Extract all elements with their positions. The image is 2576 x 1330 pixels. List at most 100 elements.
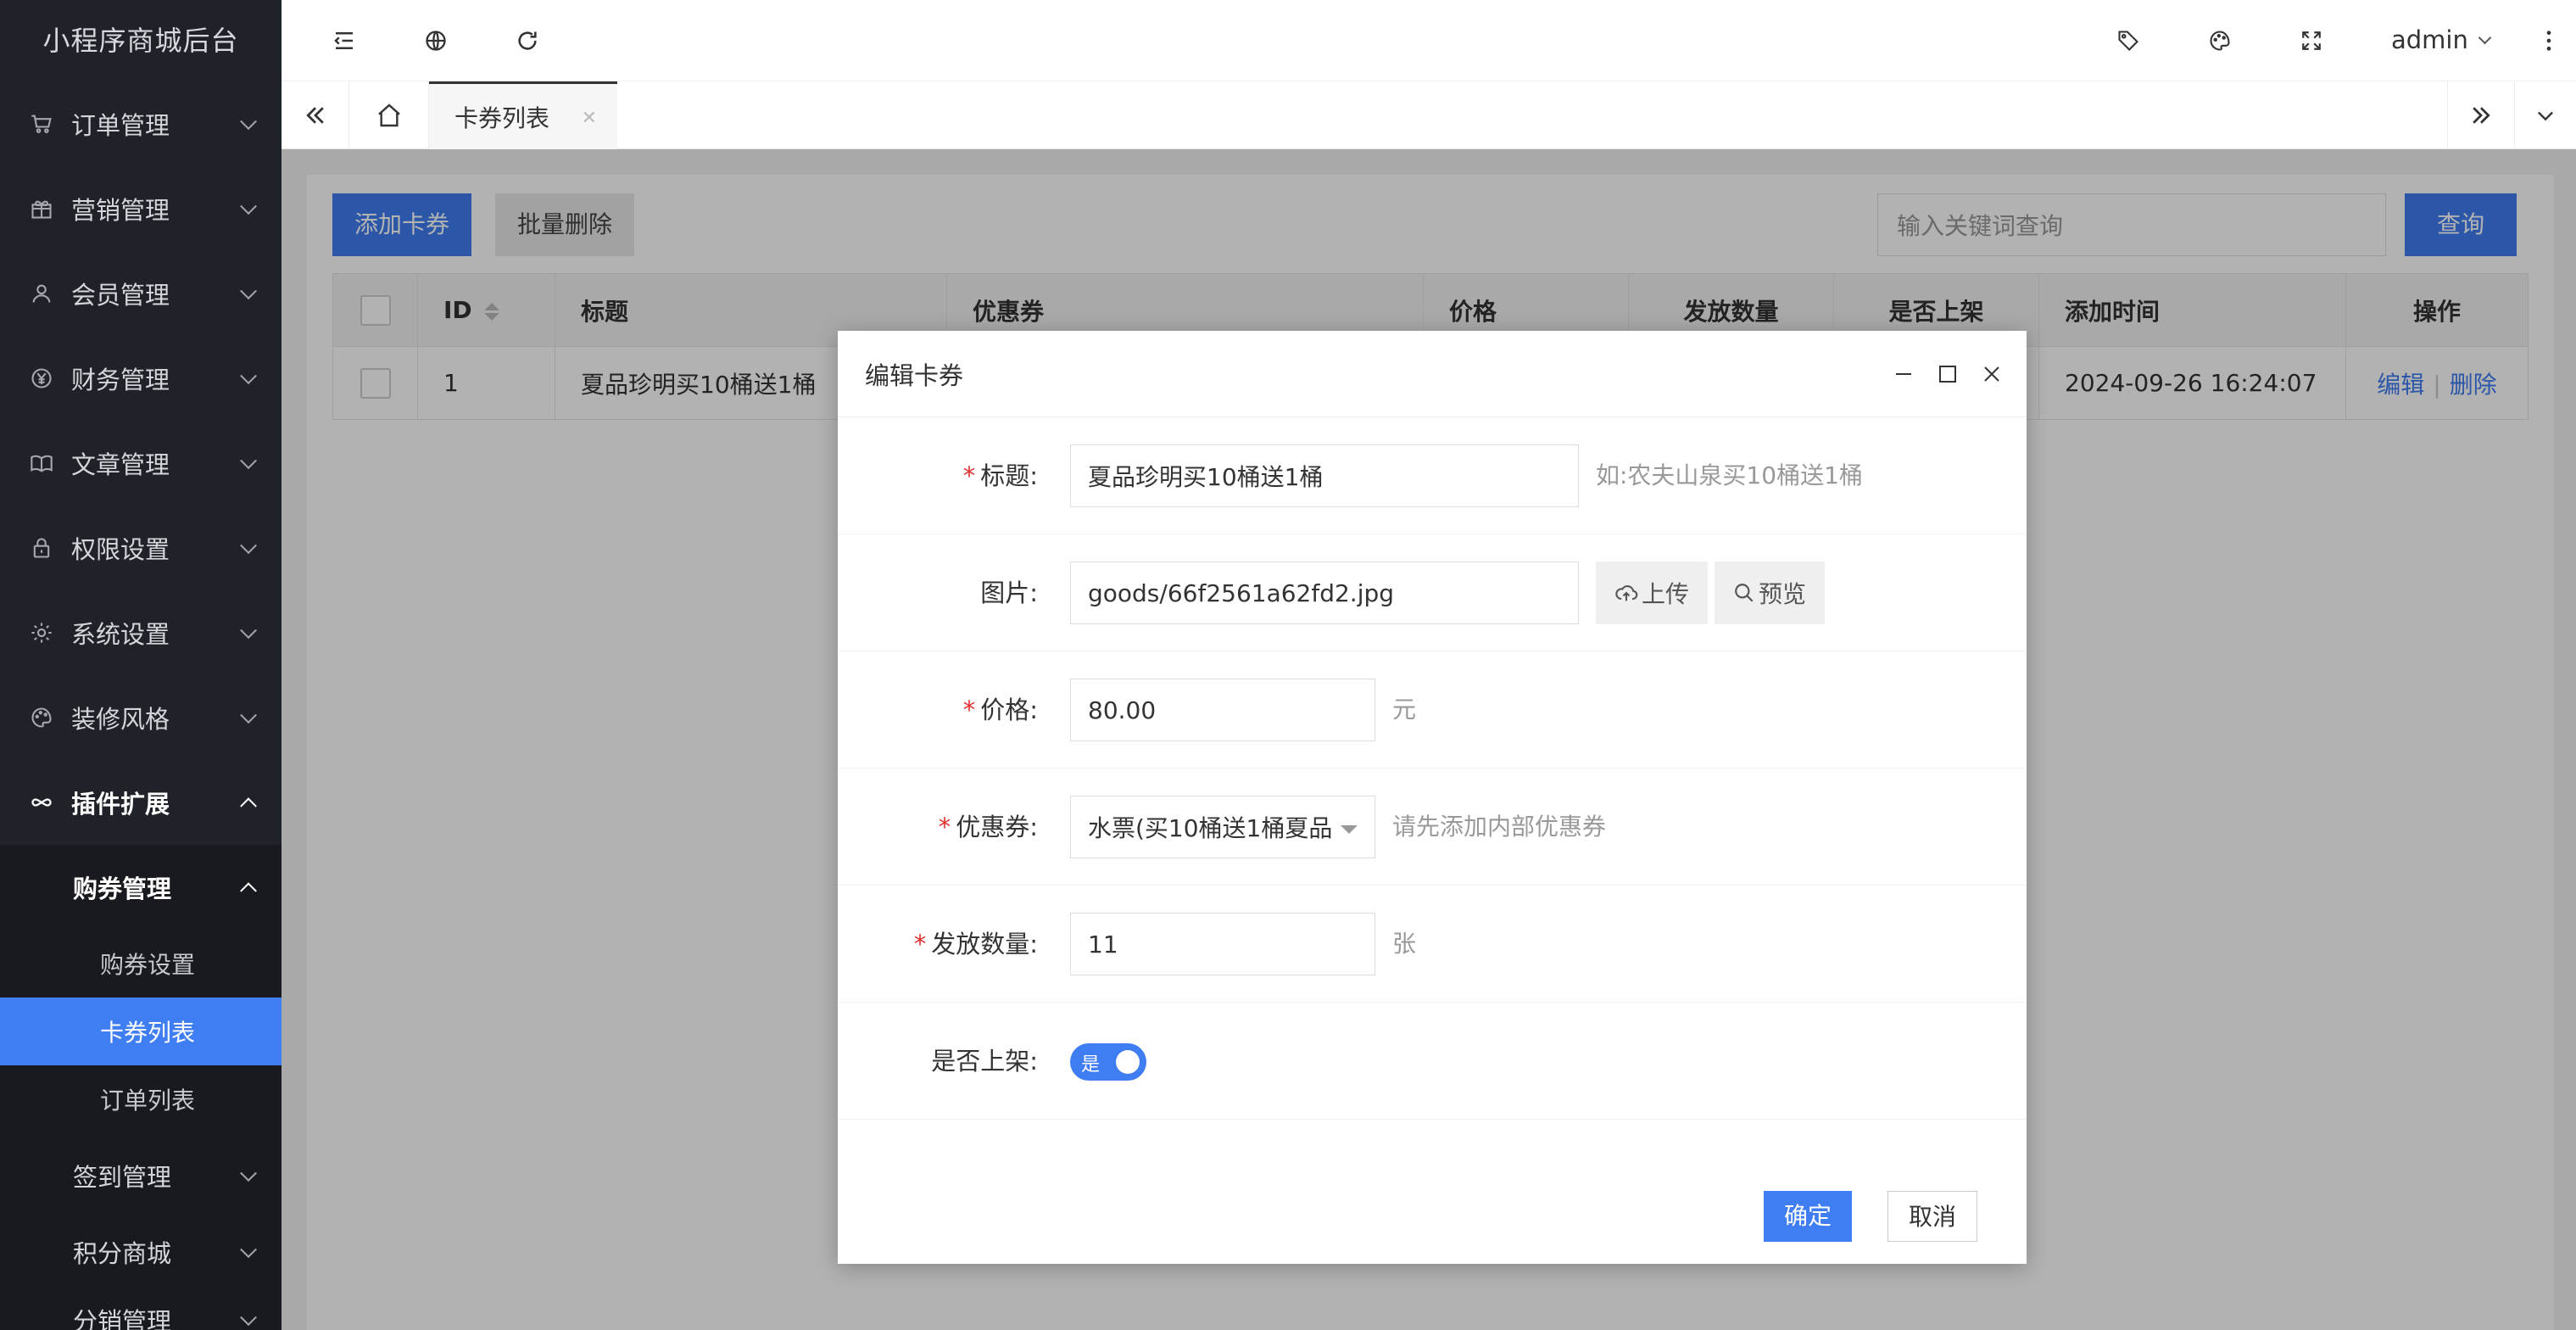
palette-icon[interactable]: [2203, 24, 2237, 58]
username: admin: [2391, 25, 2468, 54]
toggle-knob: [1116, 1050, 1140, 1074]
chevron-down-icon: [240, 452, 257, 470]
upload-button[interactable]: 上传: [1596, 562, 1709, 624]
sidebar-item-label: 装修风格: [71, 705, 170, 734]
on-shelf-toggle[interactable]: 是: [1070, 1043, 1146, 1081]
close-icon[interactable]: ✕: [582, 108, 597, 129]
form-row-image: 图片: goods/66f2561a62fd2.jpg 上传 预览: [838, 534, 2027, 651]
sidebar-item-coupon-settings[interactable]: 购券设置: [0, 930, 282, 998]
confirm-button[interactable]: 确定: [1764, 1191, 1853, 1242]
sidebar-item-coupon-management[interactable]: 购券管理: [0, 845, 282, 930]
book-icon: [29, 450, 54, 476]
cancel-button[interactable]: 取消: [1887, 1191, 1978, 1242]
input-value: goods/66f2561a62fd2.jpg: [1088, 578, 1395, 607]
tabs-dropdown-icon[interactable]: [2515, 81, 2576, 149]
more-vertical-icon[interactable]: [2532, 24, 2566, 58]
form-row-price: * 价格: 80.00 元: [838, 651, 2027, 768]
chevron-down-icon: [240, 1309, 257, 1327]
coupon-label: * 优惠券:: [838, 768, 1038, 886]
gift-icon: [29, 196, 54, 221]
coupon-select[interactable]: 水票(买10桶送1桶夏品: [1070, 796, 1375, 858]
chevron-down-icon: [240, 1165, 257, 1182]
sidebar-item-label: 积分商城: [73, 1239, 172, 1268]
quantity-label: * 发放数量:: [838, 886, 1038, 1003]
sidebar-item-finance[interactable]: 财务管理: [0, 336, 282, 421]
sidebar-item-label: 插件扩展: [71, 790, 170, 819]
app-title: 小程序商城后台: [42, 25, 239, 57]
preview-button[interactable]: 预览: [1715, 562, 1826, 624]
required-mark: *: [962, 461, 976, 490]
sidebar-item-points-mall[interactable]: 积分商城: [0, 1218, 282, 1286]
infinity-icon: [29, 790, 54, 815]
user-icon: [29, 281, 54, 306]
sidebar-item-system[interactable]: 系统设置: [0, 590, 282, 675]
sidebar-item-label: 营销管理: [71, 196, 170, 225]
price-input[interactable]: 80.00: [1070, 679, 1375, 741]
tab-bar: 卡券列表 ✕: [282, 81, 2576, 149]
sidebar-item-members[interactable]: 会员管理: [0, 251, 282, 336]
chevron-down-icon: [240, 537, 257, 555]
chevron-up-icon: [240, 882, 257, 900]
sidebar-item-plugins[interactable]: 插件扩展: [0, 760, 282, 845]
toggle-text: 是: [1081, 1054, 1101, 1076]
price-label: * 价格:: [838, 651, 1038, 768]
sidebar-item-card-coupon-list[interactable]: 卡券列表: [0, 998, 282, 1065]
sidebar-item-label: 系统设置: [71, 620, 170, 649]
quantity-unit: 张: [1392, 930, 1417, 958]
quantity-input[interactable]: 11: [1070, 913, 1375, 975]
maximize-icon[interactable]: [1933, 360, 1962, 388]
tag-icon[interactable]: [2111, 24, 2145, 58]
label-text: 标题:: [980, 461, 1038, 490]
title-label: * 标题:: [838, 417, 1038, 534]
close-icon[interactable]: [1977, 360, 2006, 388]
chevron-down-icon: [240, 622, 257, 640]
sidebar-item-articles[interactable]: 文章管理: [0, 421, 282, 506]
sidebar-item-label: 会员管理: [71, 281, 170, 310]
sidebar-item-label: 财务管理: [71, 366, 170, 394]
title-input[interactable]: 夏品珍明买10桶送1桶: [1070, 444, 1579, 507]
user-menu[interactable]: admin: [2391, 25, 2492, 54]
sidebar-item-order-list[interactable]: 订单列表: [0, 1065, 282, 1133]
on-shelf-label: 是否上架:: [931, 1047, 1038, 1076]
image-input[interactable]: goods/66f2561a62fd2.jpg: [1070, 562, 1579, 624]
tabs-scroll-right-icon[interactable]: [2447, 81, 2515, 149]
sidebar-item-orders[interactable]: 订单管理: [0, 81, 282, 166]
sidebar-item-theme[interactable]: 装修风格: [0, 675, 282, 760]
sidebar: 小程序商城后台 订单管理 营销管理 会员管理 财务管理 文章管理 权限设置 系统…: [0, 0, 282, 1330]
sidebar-item-distribution[interactable]: 分销管理: [0, 1286, 282, 1330]
home-icon[interactable]: [349, 81, 429, 149]
minimize-icon[interactable]: [1889, 360, 1918, 388]
caret-down-icon: [1341, 825, 1358, 834]
coupon-hint: 请先添加内部优惠券: [1392, 813, 1607, 841]
upload-label: 上传: [1642, 580, 1690, 608]
sidebar-submenu: 购券管理 购券设置 卡券列表 订单列表 签到管理 积分商城 分销管理: [0, 845, 282, 1330]
chevron-down-icon: [240, 367, 257, 385]
dialog-title: 编辑卡券: [865, 360, 964, 390]
palette-icon: [29, 705, 54, 730]
tab-card-coupon-list[interactable]: 卡券列表 ✕: [429, 81, 617, 149]
menu-fold-icon[interactable]: [327, 24, 361, 58]
price-unit: 元: [1392, 696, 1417, 724]
globe-icon[interactable]: [419, 24, 453, 58]
form-row-coupon: * 优惠券: 水票(买10桶送1桶夏品 请先添加内部优惠券: [838, 768, 2027, 886]
fullscreen-icon[interactable]: [2294, 24, 2328, 58]
tab-label: 卡券列表: [454, 103, 550, 132]
title-hint: 如:农夫山泉买10桶送1桶: [1596, 461, 1863, 489]
form-row-quantity: * 发放数量: 11 张: [838, 886, 2027, 1003]
sidebar-item-permissions[interactable]: 权限设置: [0, 506, 282, 590]
edit-coupon-dialog: 编辑卡券 * 标题: 夏品珍明买10桶送1桶 如:农夫山泉买10桶送1桶 图片: …: [838, 331, 2027, 1264]
tabs-scroll-left-icon[interactable]: [282, 81, 349, 149]
required-mark: *: [962, 696, 976, 724]
sidebar-item-checkin[interactable]: 签到管理: [0, 1133, 282, 1218]
image-label: 图片:: [980, 578, 1038, 607]
lock-icon: [29, 535, 54, 561]
chevron-down-icon: [240, 113, 257, 131]
select-value: 水票(买10桶送1桶夏品: [1088, 814, 1333, 842]
sidebar-item-marketing[interactable]: 营销管理: [0, 166, 282, 251]
refresh-icon[interactable]: [510, 24, 544, 58]
form-row-title: * 标题: 夏品珍明买10桶送1桶 如:农夫山泉买10桶送1桶: [838, 417, 2027, 534]
sidebar-item-label: 订单管理: [71, 111, 170, 140]
dialog-header: 编辑卡券: [838, 331, 2027, 417]
sidebar-item-label: 购券管理: [73, 875, 172, 903]
chevron-down-icon: [240, 198, 257, 215]
